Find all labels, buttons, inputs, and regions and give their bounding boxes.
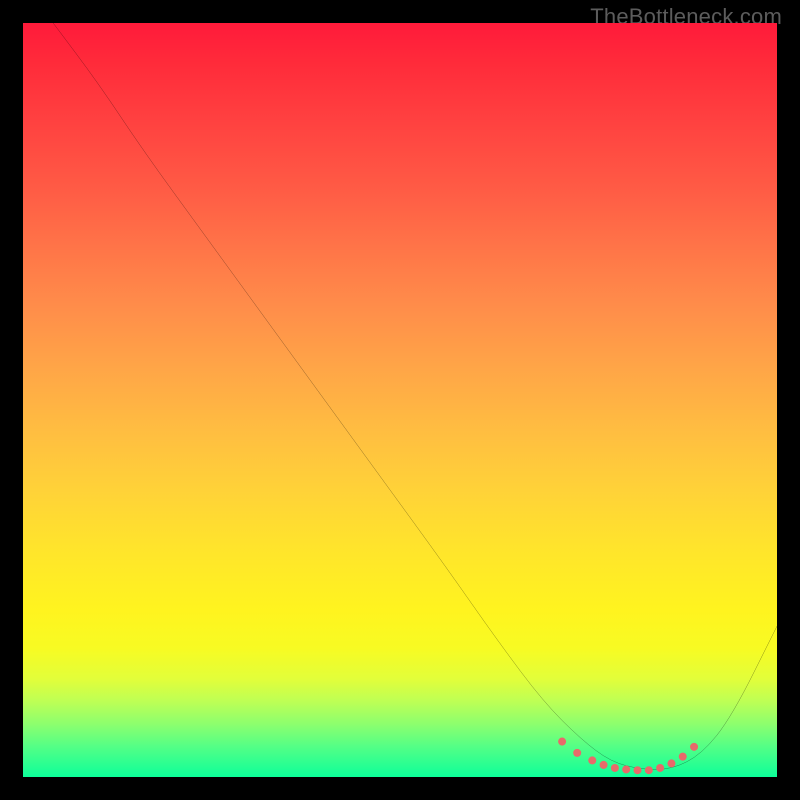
chart-frame: TheBottleneck.com <box>0 0 800 800</box>
marker-dot <box>611 764 619 772</box>
chart-svg <box>23 23 777 777</box>
marker-dot <box>667 759 675 767</box>
marker-dot <box>588 756 596 764</box>
marker-dot <box>690 743 698 751</box>
marker-dot <box>679 753 687 761</box>
optimal-zone-markers <box>558 738 698 775</box>
marker-dot <box>622 765 630 773</box>
marker-dot <box>634 766 642 774</box>
marker-dot <box>573 749 581 757</box>
marker-dot <box>656 764 664 772</box>
marker-dot <box>645 766 653 774</box>
marker-dot <box>600 761 608 769</box>
plot-area <box>23 23 777 777</box>
marker-dot <box>558 738 566 746</box>
curve-line <box>53 23 777 769</box>
